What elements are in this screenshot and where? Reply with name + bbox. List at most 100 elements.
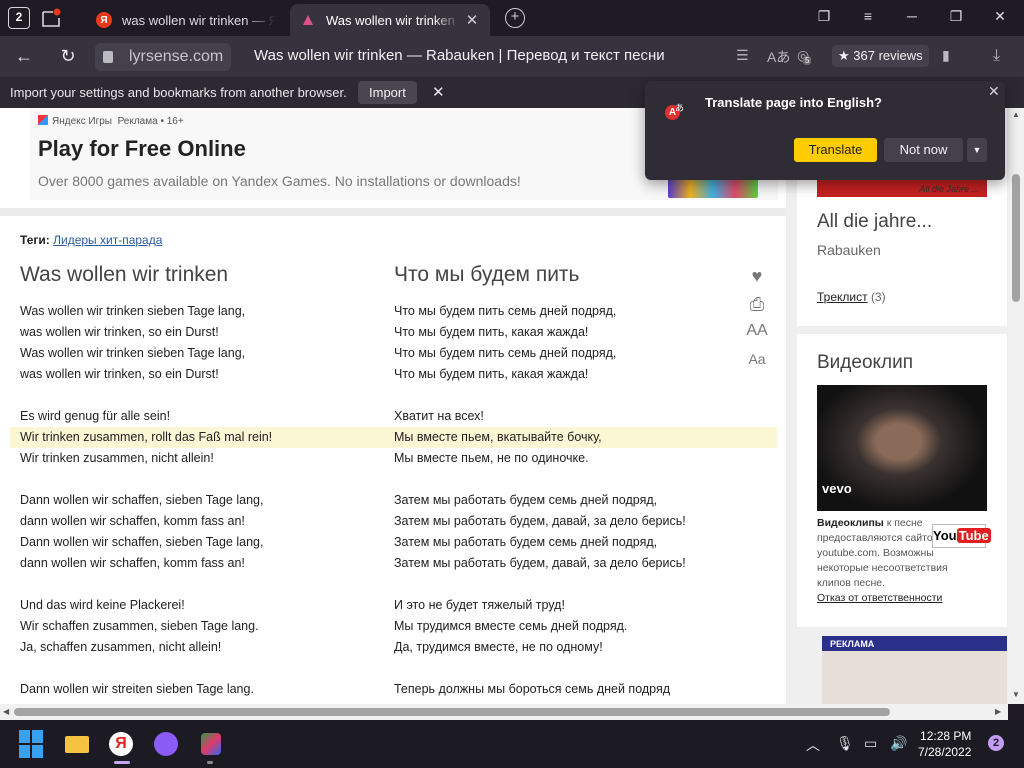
tab-title: Was wollen wir trinken — — [326, 12, 460, 28]
song-title-translation: Что мы будем пить — [394, 263, 580, 286]
close-popup-icon[interactable]: ✕ — [988, 83, 1000, 100]
volume-icon[interactable]: 🔊 — [890, 735, 907, 752]
lyric-line: Wir trinken zusammen, rollt das Faß mal … — [20, 430, 273, 444]
scroll-up-icon[interactable]: ▲ — [1012, 110, 1020, 119]
tracklist-count: (3) — [870, 290, 886, 304]
translate-popup: Aあ Translate page into English? ✕ Transl… — [645, 81, 1005, 180]
notification-badge[interactable]: 2 — [988, 735, 1004, 751]
youtube-tube: Tube — [956, 528, 991, 543]
system-clock[interactable]: 12:28 PM 7/28/2022 — [918, 728, 971, 760]
import-button[interactable]: Import — [358, 81, 417, 104]
scroll-down-icon[interactable]: ▼ — [1012, 690, 1020, 699]
running-app-indicator — [207, 761, 213, 764]
alice-assistant-icon[interactable] — [152, 730, 180, 758]
lyric-line: Что мы будем пить семь дней подряд, — [394, 346, 617, 360]
disclaimer-link[interactable]: Отказ от ответственности — [817, 592, 942, 604]
lyric-line: Und das wird keine Plackerei! — [20, 598, 185, 612]
youtube-logo-icon: You Tube — [932, 524, 991, 548]
scroll-right-icon[interactable]: ▶ — [995, 707, 1001, 716]
reader-mode-icon[interactable]: ☰ — [736, 47, 749, 64]
lyric-line: И это не будет тяжелый труд! — [394, 598, 565, 612]
lyric-line: Затем мы работать будем семь дней подряд… — [394, 493, 658, 507]
lyric-line: Теперь должны мы бороться семь дней подр… — [394, 682, 671, 696]
album-artist[interactable]: Rabauken — [817, 242, 881, 258]
translate-icon[interactable]: Aあ — [767, 47, 790, 67]
back-icon[interactable]: ← — [13, 46, 35, 67]
close-window-icon[interactable]: ✕ — [990, 8, 1010, 25]
album-title[interactable]: All die jahre... — [817, 211, 932, 233]
not-now-button[interactable]: Not now — [884, 138, 963, 162]
lyric-line: Что мы будем пить семь дней подряд, — [394, 304, 617, 318]
scrollbar-thumb[interactable] — [1012, 174, 1020, 302]
tags-label: Теги: — [20, 233, 50, 247]
menu-icon[interactable]: ≡ — [858, 8, 878, 24]
sidebar-ad-banner[interactable]: РЕКЛАМА — [822, 636, 1007, 704]
lyrics-original: Was wollen wir trinken sieben Tage lang,… — [20, 301, 272, 700]
print-icon[interactable]: ⎙ — [746, 294, 768, 315]
restore-icon[interactable]: ❐ — [946, 8, 966, 25]
horizontal-scrollbar[interactable]: ◀ ▶ — [0, 704, 1008, 720]
video-card: Видеоклип vevo Видеоклипы к песне предос… — [797, 334, 1007, 627]
tab-lyrsense-active[interactable]: Was wollen wir trinken — ✕ — [290, 4, 490, 36]
bookmark-icon[interactable]: ▮ — [942, 47, 950, 64]
lyrsense-favicon-icon — [300, 12, 316, 28]
collections-icon[interactable]: ❐ — [814, 8, 834, 25]
increase-font-icon[interactable]: AA — [746, 322, 768, 340]
microphone-icon[interactable]: 🎙 — [836, 735, 854, 752]
windows-taskbar: Я ︿ 🎙 ▭ 🔊 12:28 PM 7/28/2022 2 — [0, 720, 1024, 768]
import-message: Import your settings and bookmarks from … — [10, 85, 347, 100]
horizontal-scrollbar-thumb[interactable] — [14, 708, 890, 716]
windows-start-icon[interactable] — [19, 730, 47, 758]
close-infobar-icon[interactable]: ✕ — [432, 83, 445, 101]
lyric-line: was wollen wir trinken, so ein Durst! — [20, 325, 219, 339]
favorite-heart-icon[interactable]: ♥ — [746, 266, 768, 287]
scroll-left-icon[interactable]: ◀ — [3, 707, 9, 716]
lyrics-translation: Что мы будем пить семь дней подряд, Что м… — [394, 301, 686, 700]
lyric-line: Wir schaffen zusammen, sieben Tage lang. — [20, 619, 259, 633]
tag-link[interactable]: Лидеры хит-парада — [53, 233, 162, 247]
lyric-line: Что мы будем пить, какая жажда! — [394, 325, 589, 339]
lock-icon — [103, 51, 113, 63]
tracklist: Треклист (3) — [817, 290, 886, 304]
tab-yandex-search[interactable]: Я was wollen wir trinken — Я — [86, 4, 286, 36]
song-title-original: Was wollen wir trinken — [20, 263, 229, 286]
translate-button[interactable]: Translate — [794, 138, 877, 162]
tab-title: was wollen wir trinken — Я — [122, 12, 276, 28]
url-text: lyrsense.com — [129, 48, 224, 65]
translate-options-chevron-icon[interactable]: ▼ — [967, 138, 987, 162]
lyric-line: Ja, schaffen zusammen, nicht allein! — [20, 640, 222, 654]
ad-brand: Яндекс Игры — [52, 116, 112, 127]
download-icon[interactable]: ⤓ — [993, 47, 1000, 65]
video-thumbnail[interactable]: vevo — [817, 385, 987, 511]
page-title[interactable]: Was wollen wir trinken — Rabauken | Пере… — [254, 47, 665, 64]
song-tags: Теги: Лидеры хит-парада — [20, 233, 162, 247]
reload-icon[interactable]: ↻ — [57, 46, 79, 67]
yandex-favicon-icon: Я — [96, 12, 112, 28]
video-heading: Видеоклип — [817, 352, 914, 373]
app-icon[interactable] — [197, 730, 225, 758]
show-hidden-icons-chevron-icon[interactable]: ︿ — [806, 735, 820, 755]
translate-logo-icon: Aあ — [665, 101, 685, 121]
new-tab-button[interactable]: + — [505, 8, 525, 28]
vertical-scrollbar[interactable]: ▲ ▼ — [1008, 108, 1024, 704]
lyric-line — [20, 574, 272, 595]
file-explorer-icon[interactable] — [63, 730, 91, 758]
url-field[interactable]: lyrsense.com — [95, 43, 231, 71]
lyric-line — [394, 385, 686, 406]
address-bar: ← ↻ lyrsense.com Was wollen wir trinken … — [0, 36, 1024, 77]
tracklist-link[interactable]: Треклист — [817, 290, 868, 304]
lyric-line: Да, трудимся вместе, не по одному! — [394, 640, 603, 654]
new-window-icon[interactable] — [40, 7, 64, 29]
lyric-line: Was wollen wir trinken sieben Tage lang, — [20, 304, 246, 318]
lyric-line: Затем мы работать будем семь дней подряд… — [394, 535, 658, 549]
decrease-font-icon[interactable]: Aa — [746, 351, 768, 367]
clock-time: 12:28 PM — [920, 729, 972, 743]
ad-title[interactable]: Play for Free Online — [38, 136, 246, 162]
tab-count-button[interactable]: 2 — [8, 7, 30, 29]
close-tab-icon[interactable]: ✕ — [464, 11, 480, 29]
network-icon[interactable]: ▭ — [864, 735, 877, 752]
reviews-button[interactable]: ★ 367 reviews — [832, 45, 929, 67]
minimize-icon[interactable]: ─ — [902, 8, 922, 24]
yandex-browser-icon[interactable]: Я — [107, 730, 135, 758]
lyric-line: Мы трудимся вместе семь дней подряд. — [394, 619, 628, 633]
